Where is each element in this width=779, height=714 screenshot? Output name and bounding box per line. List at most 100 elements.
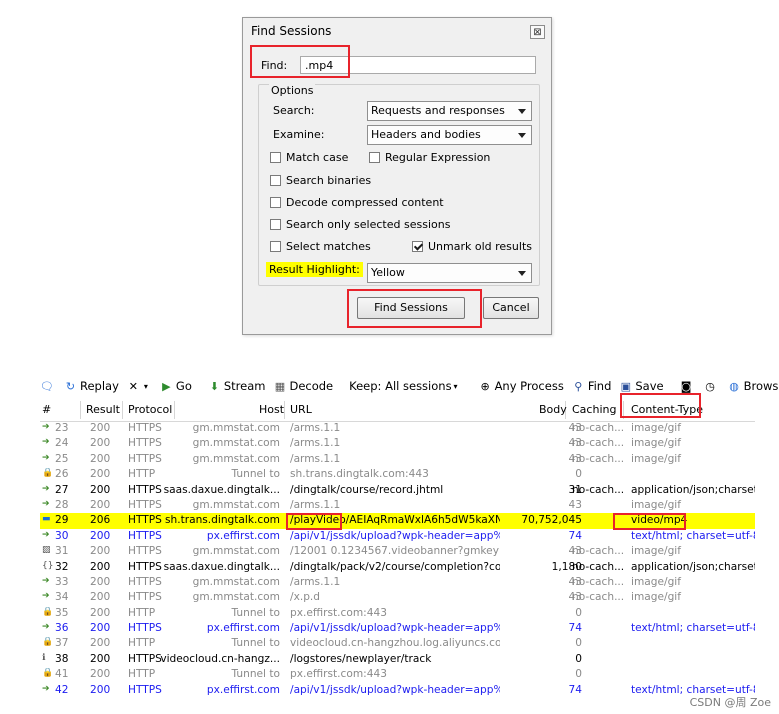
col-header-host[interactable]: Host — [259, 403, 284, 416]
remove-button[interactable]: ✕ ▾ — [127, 380, 152, 393]
cell-num: 30 — [55, 529, 69, 542]
keep-sessions-dropdown[interactable]: Keep: All sessions ▾ — [349, 379, 462, 393]
regex-label: Regular Expression — [385, 151, 491, 164]
match-case-checkbox[interactable]: Match case — [270, 151, 348, 164]
table-row[interactable]: {} 32 200 HTTPS saas.daxue.dingtalk.../dingt… — [40, 560, 755, 575]
column-divider[interactable] — [284, 401, 285, 419]
col-header-url[interactable]: URL — [290, 403, 312, 416]
arrow-right-icon: ➔ — [42, 498, 50, 509]
replay-button[interactable]: ↻ Replay — [64, 379, 119, 393]
save-button[interactable]: ▣ Save — [619, 379, 664, 393]
checkbox-box — [270, 152, 281, 163]
timer-icon: ◷ — [705, 379, 715, 393]
browse-button[interactable]: ◍ Browse ▾ — [728, 379, 779, 393]
cell-host: gm.mmstat.com — [192, 498, 280, 511]
cell-body: 1,180 — [551, 560, 582, 573]
cell-num: 23 — [55, 422, 69, 434]
cell-num: 33 — [55, 575, 69, 588]
table-row[interactable]: ℹ 38 200 HTTPS videocloud.cn-hangz.../logsto… — [40, 652, 755, 667]
table-row[interactable]: ➔ 28 200 HTTPS gm.mmstat.com/arms.1.1 43 image… — [40, 498, 755, 513]
column-divider[interactable] — [122, 401, 123, 419]
col-header-body[interactable]: Body — [539, 403, 567, 416]
table-row[interactable]: ➔ 24 200 HTTPS gm.mmstat.com/arms.1.1 43 no-ca… — [40, 436, 755, 451]
cell-num: 41 — [55, 668, 69, 681]
examine-select-value: Headers and bodies — [371, 128, 481, 141]
cell-url: /dingtalk/pack/v2/course/completion?cour… — [290, 560, 500, 573]
lock-icon: 🔒 — [42, 637, 54, 648]
cancel-button[interactable]: Cancel — [483, 297, 539, 319]
replay-label: Replay — [80, 379, 119, 393]
table-row[interactable]: 🔒 26 200 HTTP Tunnel to sh.trans.dingtalk.com… — [40, 467, 755, 482]
decode-compressed-checkbox[interactable]: Decode compressed content — [270, 196, 444, 209]
examine-select[interactable]: Headers and bodies — [367, 125, 532, 145]
image-icon: ▨ — [42, 545, 51, 556]
cell-num: 26 — [55, 468, 69, 481]
screenshot-button[interactable]: ◙ — [680, 380, 696, 393]
regex-checkbox[interactable]: Regular Expression — [369, 151, 490, 164]
table-row[interactable]: 🔒 37 200 HTTP Tunnel to videocloud.cn-hangzho… — [40, 636, 755, 651]
column-divider[interactable] — [80, 401, 81, 419]
cell-ctype: application/json;charset=... — [631, 560, 755, 573]
table-row[interactable]: ➔ 33 200 HTTPS gm.mmstat.com/arms.1.1 43 no-ca… — [40, 575, 755, 590]
cell-host: px.effirst.com — [206, 529, 280, 542]
table-row[interactable]: ➔ 27 200 HTTPS saas.daxue.dingtalk.../dingta… — [40, 483, 755, 498]
cell-num: 35 — [55, 606, 69, 619]
any-process-button[interactable]: ⊕ Any Process — [479, 379, 563, 393]
table-row[interactable]: ➔ 42 200 HTTPS px.effirst.com/api/v1/jssdk/u… — [40, 683, 755, 698]
stream-label: Stream — [223, 379, 266, 393]
camera-icon: ◙ — [680, 379, 692, 393]
table-row[interactable]: ➔ 23 200 HTTPS gm.mmstat.com/arms.1.1 43 no-ca… — [40, 421, 755, 436]
search-binaries-checkbox[interactable]: Search binaries — [270, 174, 371, 187]
table-row[interactable]: ▨ 31 200 HTTPS gm.mmstat.com/12001 0.1234567… — [40, 544, 755, 559]
cell-host: gm.mmstat.com — [192, 422, 280, 434]
crosshair-icon: ⊕ — [480, 379, 490, 393]
find-button[interactable]: ⚲ Find — [572, 379, 611, 393]
cell-caching: no-cach... — [572, 483, 624, 496]
search-selected-checkbox[interactable]: Search only selected sessions — [270, 218, 450, 231]
arrow-right-icon: ➔ — [42, 591, 50, 602]
stream-button[interactable]: ⬇ Stream — [208, 379, 266, 393]
col-header-result[interactable]: Result — [86, 403, 120, 416]
cell-result: 200 — [90, 622, 111, 635]
comment-button[interactable]: 🗨 — [40, 380, 56, 393]
find-sessions-dialog: Find Sessions ⊠ Find: .mp4 Options Searc… — [242, 17, 552, 335]
column-divider[interactable] — [174, 401, 175, 419]
cell-num: 34 — [55, 591, 69, 604]
cell-result: 200 — [90, 591, 111, 604]
table-row[interactable]: 🔒 41 200 HTTP Tunnel to px.effirst.com:443 0 — [40, 667, 755, 682]
cell-body: 74 — [568, 683, 582, 696]
table-row[interactable]: ➔ 34 200 HTTPS gm.mmstat.com/x.p.d 43 no-cach.… — [40, 590, 755, 605]
col-header-protocol[interactable]: Protocol — [128, 403, 172, 416]
cell-body: 43 — [568, 452, 582, 465]
col-header-num[interactable]: # — [42, 403, 51, 416]
cell-url: /arms.1.1 — [290, 437, 341, 450]
cell-url: /arms.1.1 — [290, 452, 341, 465]
go-button[interactable]: ▶ Go — [160, 379, 192, 393]
chevron-down-icon — [518, 271, 526, 276]
select-matches-checkbox[interactable]: Select matches — [270, 240, 371, 253]
cell-url: /arms.1.1 — [290, 575, 341, 588]
cell-ctype: image/gif — [631, 437, 681, 450]
cell-caching: no-cach... — [572, 422, 624, 434]
cell-host: px.effirst.com — [206, 683, 280, 696]
checkbox-box — [270, 175, 281, 186]
table-row[interactable]: 🔒 35 200 HTTP Tunnel to px.effirst.com:443 0 — [40, 606, 755, 621]
result-highlight-select[interactable]: Yellow — [367, 263, 532, 283]
cell-ctype: image/gif — [631, 422, 681, 434]
timer-button[interactable]: ◷ — [704, 380, 720, 393]
table-row[interactable]: ➔ 30 200 HTTPS px.effirst.com/api/v1/jssdk/u… — [40, 529, 755, 544]
decode-button[interactable]: ▦ Decode — [273, 379, 333, 393]
cell-ctype: image/gif — [631, 452, 681, 465]
col-header-caching[interactable]: Caching — [572, 403, 616, 416]
table-row[interactable]: ➔ 25 200 HTTPS gm.mmstat.com/arms.1.1 43 no-ca… — [40, 452, 755, 467]
unmark-old-checkbox[interactable]: Unmark old results — [412, 240, 532, 253]
cell-url: /arms.1.1 — [290, 422, 341, 434]
search-select[interactable]: Requests and responses — [367, 101, 532, 121]
cell-body: 31 — [568, 483, 582, 496]
lock-icon: 🔒 — [42, 668, 54, 679]
red-highlight-content-type — [620, 393, 701, 418]
cell-host: gm.mmstat.com — [192, 545, 280, 558]
close-icon[interactable]: ⊠ — [530, 25, 545, 39]
cell-host: sh.trans.dingtalk.com — [164, 514, 280, 527]
table-row[interactable]: ➔ 36 200 HTTPS px.effirst.com/api/v1/jssdk/u… — [40, 621, 755, 636]
